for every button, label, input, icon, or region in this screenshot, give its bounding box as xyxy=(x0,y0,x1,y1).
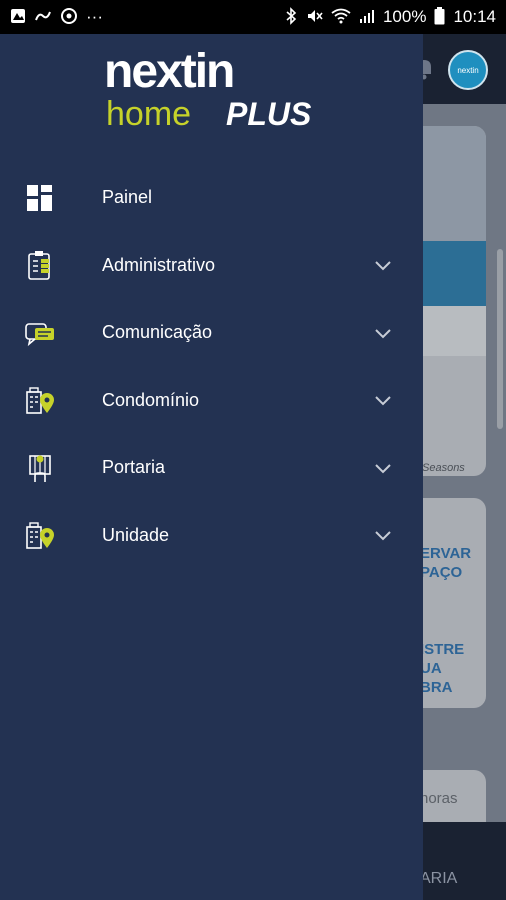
chevron-down-icon[interactable] xyxy=(373,394,393,406)
action-line: BRA xyxy=(420,679,453,696)
building-pin-icon xyxy=(24,384,56,416)
sync-icon xyxy=(60,7,78,28)
menu-item-administrativo[interactable]: Administrativo xyxy=(0,232,423,300)
logo-plus: PLUS xyxy=(226,96,312,132)
menu-label: Comunicação xyxy=(102,322,213,343)
chevron-down-icon[interactable] xyxy=(373,529,393,541)
action-line: PAÇO xyxy=(420,564,463,581)
signal-icon xyxy=(359,8,375,27)
chevron-down-icon[interactable] xyxy=(373,259,393,271)
reserve-space-action[interactable]: ERVAR PAÇO xyxy=(420,544,471,582)
menu-label: Condomínio xyxy=(102,389,200,410)
chevron-down-icon[interactable] xyxy=(373,327,393,339)
menu-label: Administrativo xyxy=(102,254,216,275)
unit-pin-icon xyxy=(24,519,56,551)
menu-item-portaria[interactable]: Portaria xyxy=(0,434,423,502)
battery-icon xyxy=(434,6,445,28)
battery-percent: 100% xyxy=(382,7,427,26)
scrollbar[interactable] xyxy=(497,249,503,429)
status-bar: ··· 100% 10:14 xyxy=(0,0,506,34)
card-caption: Seasons xyxy=(422,462,465,474)
navigation-drawer: nextin home PLUS Painel Administrativo C… xyxy=(0,34,423,900)
status-left: ··· xyxy=(10,7,103,28)
gate-icon xyxy=(24,452,56,484)
logo-home: home xyxy=(106,95,192,133)
chevron-down-icon[interactable] xyxy=(373,462,393,474)
bluetooth-icon xyxy=(285,6,297,28)
avatar[interactable]: nextin xyxy=(448,50,488,90)
menu-item-unidade[interactable]: Unidade xyxy=(0,502,423,570)
more-notifications: ··· xyxy=(86,7,103,26)
clock: 10:14 xyxy=(453,7,496,26)
chat-icon xyxy=(24,317,56,349)
mute-icon xyxy=(305,7,323,28)
menu-item-comunicacao[interactable]: Comunicação xyxy=(0,299,423,367)
logo-nextin: nextin xyxy=(104,45,235,98)
menu-item-painel[interactable]: Painel xyxy=(0,164,423,232)
menu-label: Portaria xyxy=(102,457,166,478)
image-icon xyxy=(10,8,26,27)
app-logo: nextin home PLUS xyxy=(104,46,324,136)
status-right: 100% 10:14 xyxy=(285,6,496,28)
dashboard-icon xyxy=(24,182,56,214)
register-work-action[interactable]: ISTRE UA BRA xyxy=(420,640,464,697)
menu-item-condominio[interactable]: Condomínio xyxy=(0,367,423,435)
menu-label: Unidade xyxy=(102,524,170,545)
clipboard-icon xyxy=(24,249,56,281)
action-line: UA xyxy=(420,660,442,677)
action-line: ERVAR xyxy=(420,545,472,562)
drawer-menu: Painel Administrativo Comunicação Condom… xyxy=(0,164,423,569)
wifi-icon xyxy=(331,8,351,27)
action-line: ISTRE xyxy=(420,641,465,658)
partial-text: noras xyxy=(420,790,458,807)
bottom-nav-label[interactable]: ARIA xyxy=(420,870,457,888)
menu-label: Painel xyxy=(102,187,153,208)
link-icon xyxy=(34,8,52,27)
